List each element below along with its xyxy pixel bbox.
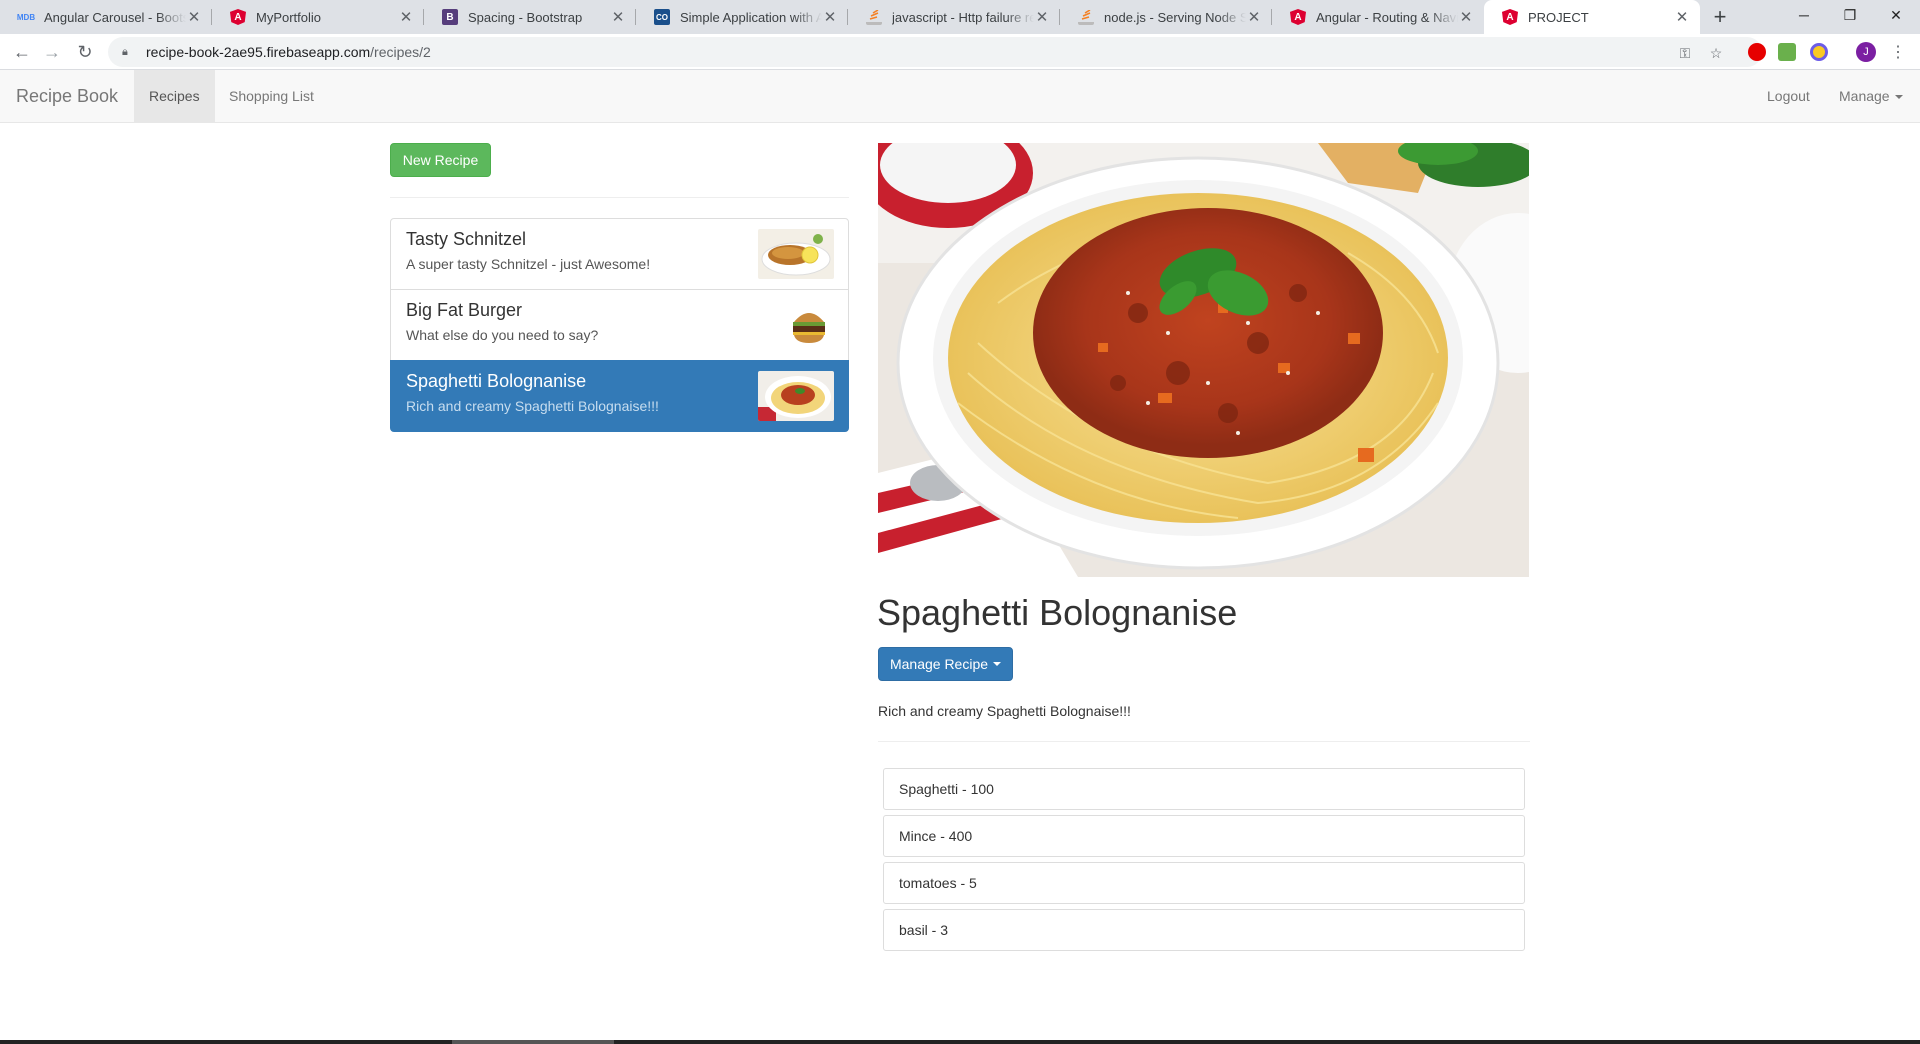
recipe-thumbnail bbox=[758, 229, 834, 279]
lock-icon: 🔒︎ bbox=[122, 45, 128, 58]
close-icon[interactable]: ✕ bbox=[186, 8, 202, 26]
angular-icon: A bbox=[230, 9, 246, 25]
tab-title: MyPortfolio bbox=[256, 9, 322, 25]
tab-title: Angular - Routing & Navigation bbox=[1316, 9, 1458, 25]
nav-manage-dropdown[interactable]: Manage bbox=[1824, 70, 1918, 123]
recipe-description: What else do you need to say? bbox=[406, 327, 599, 343]
tab-title: PROJECT bbox=[1528, 9, 1589, 25]
browser-toolbar: ← → ↻ 🔒︎ recipe-book-2ae95.firebaseapp.c… bbox=[0, 34, 1920, 70]
ingredient-item[interactable]: tomatoes - 5 bbox=[883, 862, 1525, 904]
new-recipe-button[interactable]: New Recipe bbox=[390, 143, 491, 177]
browser-tab[interactable]: node.js - Serving Node Server ✕ bbox=[1060, 0, 1272, 34]
tab-title: javascript - Http failure response bbox=[892, 9, 1034, 25]
manage-label: Manage bbox=[1839, 88, 1890, 104]
recipe-list-item[interactable]: Tasty Schnitzel A super tasty Schnitzel … bbox=[390, 218, 849, 290]
close-icon[interactable]: ✕ bbox=[1246, 8, 1262, 26]
recipe-thumbnail bbox=[784, 300, 834, 350]
recipe-list: Tasty Schnitzel A super tasty Schnitzel … bbox=[390, 218, 849, 432]
tab-title: Simple Application with Angular bbox=[680, 9, 822, 25]
nav-recipes[interactable]: Recipes bbox=[134, 70, 215, 123]
browser-tab[interactable]: B Spacing - Bootstrap ✕ bbox=[424, 0, 636, 34]
key-icon[interactable]: ⚿ bbox=[1674, 42, 1696, 64]
tab-title: node.js - Serving Node Server bbox=[1104, 9, 1246, 25]
recipe-thumbnail bbox=[758, 371, 834, 421]
app-navbar: Recipe Book Recipes Shopping List Logout… bbox=[0, 70, 1920, 123]
bootstrap-icon: B bbox=[442, 9, 458, 25]
url-path: /recipes/2 bbox=[370, 44, 431, 60]
ingredient-list: Spaghetti - 100 Mince - 400 tomatoes - 5… bbox=[883, 768, 1525, 956]
codeproject-icon: CO bbox=[654, 9, 670, 25]
close-window-icon[interactable]: ✕ bbox=[1874, 0, 1918, 30]
restore-icon[interactable]: ❐ bbox=[1828, 0, 1872, 30]
mdb-icon: MDB bbox=[16, 12, 36, 22]
stackoverflow-icon bbox=[866, 9, 882, 25]
browser-tab[interactable]: javascript - Http failure response ✕ bbox=[848, 0, 1060, 34]
recipe-list-item[interactable]: Big Fat Burger What else do you need to … bbox=[390, 289, 849, 361]
ingredient-item[interactable]: basil - 3 bbox=[883, 909, 1525, 951]
stackoverflow-icon bbox=[1078, 9, 1094, 25]
browser-tab[interactable]: A Angular - Routing & Navigation ✕ bbox=[1272, 0, 1484, 34]
new-tab-button[interactable]: + bbox=[1706, 0, 1734, 34]
extension-icon[interactable] bbox=[1810, 43, 1828, 61]
back-icon[interactable]: ← bbox=[8, 38, 36, 66]
star-icon[interactable]: ☆ bbox=[1705, 42, 1727, 64]
nav-logout[interactable]: Logout bbox=[1752, 70, 1825, 123]
close-icon[interactable]: ✕ bbox=[398, 8, 414, 26]
close-icon[interactable]: ✕ bbox=[1458, 8, 1474, 26]
browser-tab[interactable]: A MyPortfolio ✕ bbox=[212, 0, 424, 34]
browser-tab[interactable]: CO Simple Application with Angular ✕ bbox=[636, 0, 848, 34]
browser-tab-strip: MDB Angular Carousel - Bootstrap ✕ A MyP… bbox=[0, 0, 1920, 34]
brand-link[interactable]: Recipe Book bbox=[16, 70, 118, 123]
extension-icon[interactable] bbox=[1778, 43, 1796, 61]
close-icon[interactable]: ✕ bbox=[1674, 8, 1690, 26]
close-icon[interactable]: ✕ bbox=[610, 8, 626, 26]
browser-tab-active[interactable]: A PROJECT ✕ bbox=[1484, 0, 1700, 34]
tab-title: Angular Carousel - Bootstrap bbox=[44, 9, 186, 25]
url-host: recipe-book-2ae95.firebaseapp.com bbox=[146, 44, 371, 60]
tab-title: Spacing - Bootstrap bbox=[468, 9, 583, 25]
caret-down-icon bbox=[993, 662, 1002, 666]
opera-extension-icon[interactable] bbox=[1748, 43, 1766, 61]
manage-recipe-label: Manage Recipe bbox=[889, 656, 989, 672]
recipe-list-item-active[interactable]: Spaghetti Bolognanise Rich and creamy Sp… bbox=[390, 360, 849, 432]
ingredient-item[interactable]: Spaghetti - 100 bbox=[883, 768, 1525, 810]
angular-icon: A bbox=[1290, 9, 1306, 25]
reload-icon[interactable]: ↻ bbox=[71, 38, 99, 66]
taskbar bbox=[0, 1040, 1920, 1044]
recipe-image bbox=[878, 143, 1529, 577]
manage-recipe-button[interactable]: Manage Recipe bbox=[878, 647, 1013, 681]
divider bbox=[390, 197, 849, 198]
forward-icon[interactable]: → bbox=[38, 38, 66, 66]
recipe-description-detail: Rich and creamy Spaghetti Bolognaise!!! bbox=[878, 703, 1131, 719]
caret-down-icon bbox=[1894, 95, 1903, 100]
more-menu-icon[interactable]: ⋮ bbox=[1888, 42, 1908, 62]
close-icon[interactable]: ✕ bbox=[1034, 8, 1050, 26]
minimize-icon[interactable]: ─ bbox=[1782, 0, 1826, 30]
close-icon[interactable]: ✕ bbox=[822, 8, 838, 26]
nav-shopping-list[interactable]: Shopping List bbox=[214, 70, 329, 123]
profile-avatar[interactable]: J bbox=[1856, 42, 1876, 62]
recipe-name: Big Fat Burger bbox=[406, 300, 523, 320]
ingredient-item[interactable]: Mince - 400 bbox=[883, 815, 1525, 857]
recipe-title: Spaghetti Bolognanise bbox=[877, 592, 1238, 633]
divider bbox=[878, 741, 1530, 742]
address-bar[interactable]: 🔒︎ recipe-book-2ae95.firebaseapp.com/rec… bbox=[108, 37, 1762, 67]
angular-icon: A bbox=[1502, 9, 1518, 25]
browser-tab[interactable]: MDB Angular Carousel - Bootstrap ✕ bbox=[0, 0, 212, 34]
